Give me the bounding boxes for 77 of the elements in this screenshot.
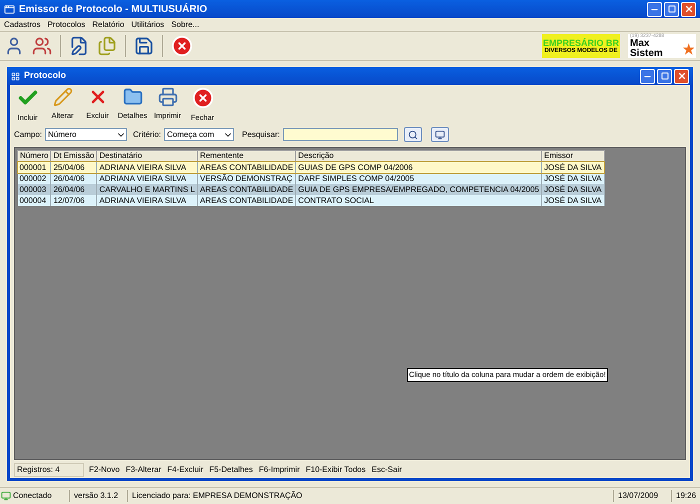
close-icon	[676, 71, 686, 81]
table-cell: 000004	[18, 195, 51, 206]
status-text: F2-Novo	[88, 464, 121, 476]
maximize-icon	[668, 5, 676, 13]
ad-title: EMPRESÁRIO BR	[542, 38, 619, 48]
criteria-dropdown[interactable]: Começa com	[164, 128, 234, 142]
table-cell: JOSÉ DA SILVA	[542, 162, 604, 174]
status-text: F10-Exibir Todos	[304, 464, 367, 476]
star-icon	[682, 42, 694, 54]
printer-icon	[158, 87, 178, 107]
documents-icon	[97, 36, 117, 56]
column-header[interactable]: Emissor	[542, 150, 604, 162]
search-label: Pesquisar:	[242, 128, 280, 141]
table-row[interactable]: 000001 25/04/06 ADRIANA VIEIRA SILVA AREAS CONTABILIDADE GUIAS DE GPS COMP 04/2006 JOSÉ DA SILVA	[18, 162, 604, 174]
status-text: Registros: 4	[14, 463, 84, 477]
column-header[interactable]: Rementente	[197, 150, 296, 162]
menu-item[interactable]: Cadastros	[4, 18, 40, 30]
field-dropdown[interactable]: Número	[45, 128, 128, 142]
minimize-button[interactable]	[640, 68, 655, 84]
close-icon	[192, 87, 214, 109]
menu-item[interactable]: Protocolos	[47, 18, 86, 30]
version-text: versão 3.1.2	[70, 490, 128, 502]
form-icon	[69, 36, 89, 56]
table-cell: GUIAS DE GPS COMP 04/2006	[296, 162, 542, 174]
maximize-button[interactable]	[664, 2, 679, 16]
menu-item[interactable]: Utilitários	[131, 18, 164, 30]
table-cell: AREAS CONTABILIDADE	[197, 162, 296, 174]
status-text: F6-Imprimir	[258, 464, 301, 476]
table-row[interactable]: 000004 12/07/06 ADRIANA VIEIRA SILVA AREAS CONTABILIDADE CONTRATO SOCIAL JOSÉ DA SILVA	[18, 195, 604, 206]
table-cell: 25/04/06	[50, 162, 97, 174]
connection-status: Conectado	[13, 490, 52, 502]
table-cell: 12/07/06	[50, 195, 97, 206]
table-cell: CONTRATO SOCIAL	[296, 195, 542, 206]
table-row[interactable]: 000003 26/04/06 CARVALHO E MARTINS L AREAS CONTABILIDADE GUIA DE GPS EMPRESA/EMPREGADO, COMPETENCIA 04/2005 JOSÉ DA SILVA	[18, 184, 604, 196]
window-title: Emissor de Protocolo - MULTIUSUÁRIO	[19, 2, 208, 16]
status-text: F3-Alterar	[124, 464, 162, 476]
status-text: F4-Excluir	[166, 464, 204, 476]
menu-item[interactable]: Sobre...	[171, 18, 200, 30]
close-icon	[171, 35, 193, 57]
pencil-icon	[52, 87, 72, 107]
table-cell: ADRIANA VIEIRA SILVA	[96, 162, 198, 174]
window-icon	[11, 72, 20, 80]
table-cell: AREAS CONTABILIDADE	[197, 195, 296, 206]
date-text: 13/07/2009	[614, 490, 672, 502]
close-button[interactable]	[674, 68, 689, 84]
menu-item[interactable]: Relatório	[92, 18, 124, 30]
save-icon	[134, 36, 154, 56]
criteria-label: Critério:	[133, 128, 162, 141]
minimize-button[interactable]	[647, 2, 662, 16]
monitor-icon	[434, 130, 445, 140]
field-label: Campo:	[14, 128, 42, 141]
time-text: 19:26	[675, 490, 698, 502]
close-icon	[684, 4, 694, 14]
column-header[interactable]: Destinatário	[96, 150, 198, 162]
search-icon	[408, 130, 418, 140]
maximize-button[interactable]	[657, 68, 672, 84]
ad-title: Max Sistem	[630, 38, 664, 58]
status-text: F5-Detalhes	[208, 464, 254, 476]
search-field[interactable]	[282, 128, 398, 142]
maximize-icon	[660, 72, 668, 80]
table-row[interactable]: 000002 26/04/06 ADRIANA VIEIRA SILVA VERSÃO DEMONSTRAÇ DARF SIMPLES COMP 04/2005 JOSÉ DA SILVA	[18, 173, 604, 184]
search-button[interactable]	[404, 127, 422, 142]
table-cell: ADRIANA VIEIRA SILVA	[96, 195, 198, 206]
display-button[interactable]	[430, 127, 449, 142]
column-header[interactable]: Descrição	[296, 150, 542, 162]
network-icon	[1, 491, 11, 501]
child-window-title: Protocolo	[24, 69, 67, 82]
column-header[interactable]: Dt Emissão	[50, 150, 97, 162]
close-button[interactable]	[681, 2, 696, 16]
column-header[interactable]: Número	[18, 150, 51, 162]
table-cell: JOSÉ DA SILVA	[542, 195, 604, 206]
table-cell: 000001	[18, 162, 51, 174]
status-text: Esc-Sair	[370, 464, 403, 476]
app-icon	[4, 4, 15, 14]
license-text: Licenciado para: EMPRESA DEMONSTRAÇÃO	[128, 490, 614, 502]
users-icon	[32, 36, 52, 56]
folder-icon	[122, 87, 142, 107]
